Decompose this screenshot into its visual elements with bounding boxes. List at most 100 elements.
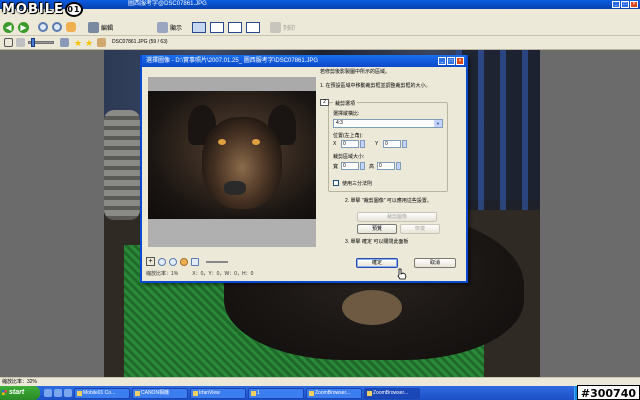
rule-of-thirds-checkbox[interactable] bbox=[333, 180, 339, 186]
display-icon bbox=[157, 21, 168, 33]
zoom-slider[interactable] bbox=[28, 38, 54, 47]
dialog-zoom-status: 縮放比率：1% bbox=[146, 271, 179, 277]
dialog-controls: _ □ × bbox=[438, 57, 464, 65]
actual-size-icon[interactable] bbox=[16, 38, 25, 47]
hand-icon[interactable] bbox=[180, 257, 188, 266]
dialog-minimize-button[interactable]: _ bbox=[438, 57, 446, 65]
step2-badge: 2 bbox=[320, 99, 329, 106]
view-list-button[interactable] bbox=[246, 21, 260, 33]
zoom-out-icon bbox=[52, 22, 62, 32]
zoom-out-button[interactable] bbox=[52, 21, 62, 33]
display-label: 顯示 bbox=[170, 25, 183, 32]
zoom-in-button[interactable] bbox=[38, 21, 48, 33]
height-spinner[interactable] bbox=[396, 162, 401, 170]
quicklaunch-icon[interactable] bbox=[64, 389, 72, 397]
edit-button[interactable]: 編輯 bbox=[88, 21, 113, 33]
forward-arrow-icon: ▶ bbox=[18, 21, 29, 33]
star-icon[interactable]: ★ bbox=[74, 38, 82, 48]
single-view-icon bbox=[192, 21, 206, 33]
chevron-down-icon: ▼ bbox=[434, 120, 442, 127]
dog-paw bbox=[342, 290, 402, 325]
preview-button[interactable]: 預覽 bbox=[357, 224, 397, 234]
taskbar-item[interactable]: 1 bbox=[248, 387, 304, 399]
zoom-slider-knob[interactable] bbox=[31, 38, 35, 47]
group-title: 裁剪選項 bbox=[333, 100, 358, 107]
height-label: 高 bbox=[369, 164, 375, 170]
dialog-instruction: 若修剪後影製圖中所示的區域。 bbox=[320, 69, 391, 75]
view-split-button[interactable] bbox=[210, 21, 224, 33]
secondary-toolbar: ★ ★ DSC07861.JPG (59 / 63) bbox=[0, 36, 640, 50]
print-icon bbox=[270, 21, 281, 33]
fit-icon[interactable] bbox=[191, 257, 199, 266]
restore-button[interactable]: 恢復 bbox=[400, 224, 440, 234]
crop-dialog: 選擇圖像 - D:\實事照片\2007.01.25_ 圖西服考字\DSC0786… bbox=[140, 55, 468, 283]
height-field[interactable]: 0 bbox=[377, 162, 395, 170]
width-spinner[interactable] bbox=[360, 162, 365, 170]
dialog-coords-status: X：0，Y：0，W：0，H：0 bbox=[192, 271, 254, 277]
print-button[interactable]: 列印 bbox=[270, 21, 295, 33]
dog-eye-right bbox=[252, 139, 260, 145]
crop-image-button[interactable]: 裁剪圖像 bbox=[357, 212, 437, 222]
rule-of-thirds-label: 使用三分法則 bbox=[342, 181, 373, 187]
forward-button[interactable]: ▶ bbox=[18, 21, 29, 33]
quicklaunch-icon[interactable] bbox=[44, 389, 52, 397]
status-bar: 縮放比率：32% bbox=[0, 377, 640, 386]
taskbar: start Mobile01 Co... CANON相機 IrfanView 1… bbox=[0, 386, 640, 400]
logo-text: MOBILE bbox=[2, 1, 64, 17]
y-spinner[interactable] bbox=[402, 140, 407, 148]
preview-empty-area bbox=[148, 219, 316, 247]
display-button[interactable]: 顯示 bbox=[157, 21, 182, 33]
taskbar-item[interactable]: CANON相機 bbox=[132, 387, 188, 399]
taskbar-item[interactable]: ZoomBrowser... bbox=[306, 387, 362, 399]
view-single-button[interactable] bbox=[192, 21, 206, 33]
zoom-in-icon[interactable] bbox=[158, 257, 166, 266]
back-button[interactable]: ◀ bbox=[3, 21, 14, 33]
window-titlebar: 圖西服考字@DSC07861.JPG _ □ × bbox=[0, 0, 640, 9]
zoom-in-icon bbox=[38, 22, 48, 32]
dialog-titlebar: 選擇圖像 - D:\實事照片\2007.01.25_ 圖西服考字\DSC0786… bbox=[142, 55, 466, 67]
fit-icon[interactable] bbox=[4, 38, 13, 47]
view-grid-button[interactable] bbox=[228, 21, 242, 33]
dialog-close-button[interactable]: × bbox=[456, 57, 464, 65]
print-label: 列印 bbox=[283, 25, 296, 32]
crosshair-icon[interactable]: + bbox=[146, 257, 155, 266]
x-label: X bbox=[333, 141, 337, 147]
taskbar-item[interactable]: IrfanView bbox=[190, 387, 246, 399]
minimize-button[interactable]: _ bbox=[612, 1, 620, 8]
star-icon[interactable]: ★ bbox=[85, 38, 93, 48]
ok-button[interactable]: 確定 bbox=[356, 258, 398, 268]
maximize-button[interactable]: □ bbox=[621, 1, 629, 8]
width-label: 寬 bbox=[333, 164, 339, 170]
y-label: Y bbox=[375, 141, 379, 147]
window-controls: _ □ × bbox=[612, 1, 638, 8]
dialog-title: 選擇圖像 - D:\實事照片\2007.01.25_ 圖西服考字\DSC0786… bbox=[146, 58, 319, 64]
step2-text: 2. 單擊 "裁剪圖像" 可以應用這些設置。 bbox=[345, 198, 432, 204]
preview-photo bbox=[148, 91, 316, 219]
preview-zoom-slider[interactable] bbox=[206, 260, 228, 263]
cancel-button[interactable]: 取消 bbox=[414, 258, 456, 268]
file-info: DSC07861.JPG (59 / 63) bbox=[112, 39, 168, 45]
logo-badge: 01 bbox=[64, 1, 83, 17]
grid-view-icon bbox=[228, 21, 242, 33]
back-arrow-icon: ◀ bbox=[3, 21, 14, 33]
list-view-icon bbox=[246, 21, 260, 33]
taskbar-item-active[interactable]: ZoomBrowser... bbox=[364, 387, 420, 399]
tag-icon[interactable] bbox=[97, 38, 106, 47]
y-field[interactable]: 0 bbox=[383, 140, 401, 148]
taskbar-item[interactable]: Mobile01 Co... bbox=[74, 387, 130, 399]
save-icon[interactable] bbox=[60, 38, 69, 47]
edit-icon bbox=[88, 21, 99, 33]
x-field[interactable]: 0 bbox=[341, 140, 359, 148]
quicklaunch-icon[interactable] bbox=[54, 389, 62, 397]
window-title: 圖西服考字@DSC07861.JPG bbox=[128, 1, 207, 7]
close-button[interactable]: × bbox=[630, 1, 638, 8]
x-spinner[interactable] bbox=[360, 140, 365, 148]
ratio-select[interactable]: 4:3 ▼ bbox=[333, 119, 443, 128]
width-field[interactable]: 0 bbox=[341, 162, 359, 170]
corner-watermark: #300740 bbox=[576, 385, 640, 400]
dialog-maximize-button[interactable]: □ bbox=[447, 57, 455, 65]
crop-preview[interactable] bbox=[148, 77, 316, 247]
pan-button[interactable] bbox=[66, 21, 76, 33]
zoom-out-icon[interactable] bbox=[169, 257, 177, 266]
start-button[interactable]: start bbox=[0, 386, 40, 400]
